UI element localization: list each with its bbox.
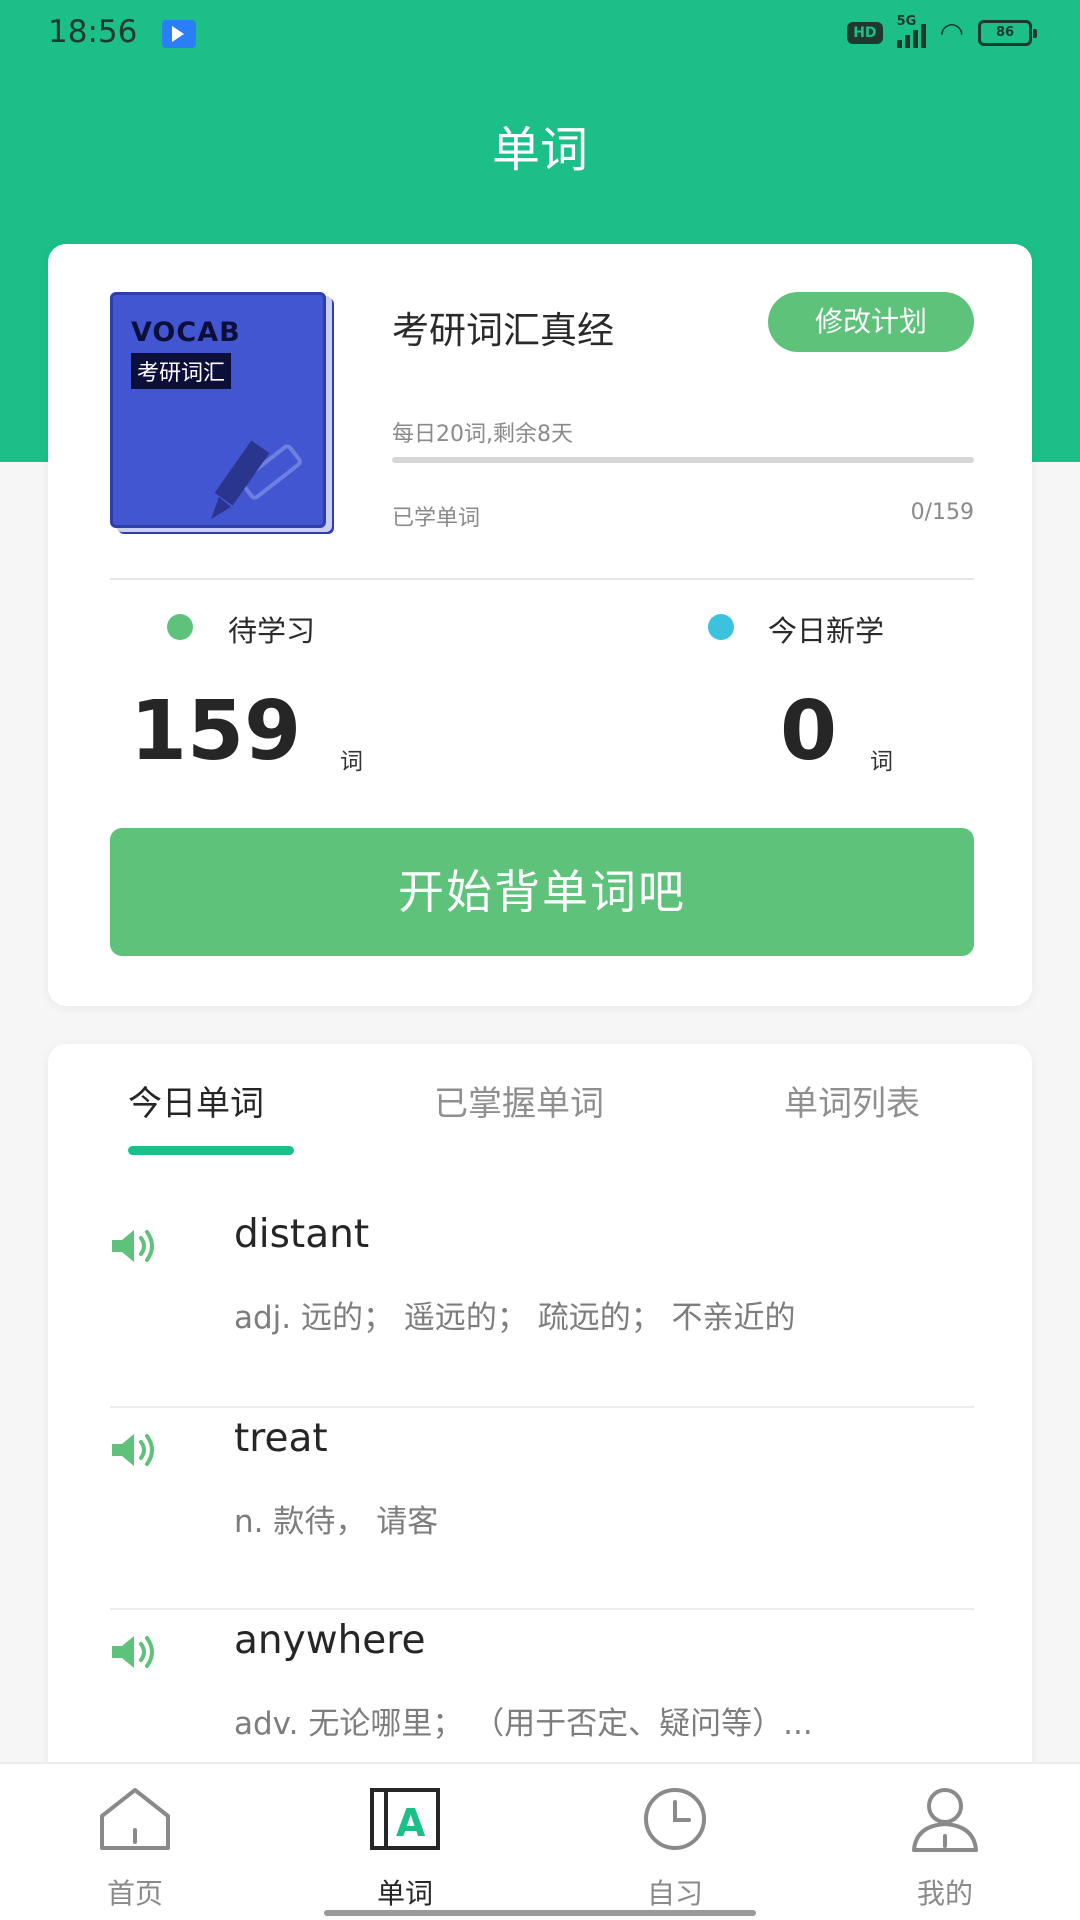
book-title: 考研词汇真经 <box>392 309 614 352</box>
svg-text:A: A <box>396 1801 426 1845</box>
pending-dot <box>167 614 193 640</box>
nav-item-words[interactable]: A 单词 <box>270 1764 540 1920</box>
today-new-dot <box>708 614 734 640</box>
home-icon <box>100 1788 170 1850</box>
status-indicators: HD 5G ◠ 86 <box>847 14 1037 49</box>
pending-count: 159 <box>130 684 302 779</box>
book-cover-title: VOCAB <box>131 317 241 348</box>
nav-item-home[interactable]: 首页 <box>0 1764 270 1920</box>
pending-unit: 词 <box>340 749 363 775</box>
word-definition: adj. 远的； 遥远的； 疏远的； 不亲近的 <box>234 1300 796 1336</box>
battery-icon: 86 <box>978 20 1037 46</box>
book-cover[interactable]: VOCAB 考研词汇 <box>110 292 326 528</box>
active-tab-indicator <box>128 1146 294 1155</box>
word-definition: n. 款待， 请客 <box>234 1504 439 1540</box>
today-new-label: 今日新学 <box>768 614 885 648</box>
divider <box>110 578 974 580</box>
wifi-icon: ◠ <box>939 16 964 49</box>
speaker-icon[interactable] <box>110 1430 160 1470</box>
learned-words-label: 已学单词 <box>392 506 481 531</box>
user-icon <box>912 1788 978 1852</box>
vocabulary-book-icon: A <box>370 1788 440 1850</box>
today-new-unit: 词 <box>870 749 893 775</box>
book-cover-subtitle: 考研词汇 <box>131 353 232 389</box>
hd-badge: HD <box>847 22 883 44</box>
pencil-ruler-icon <box>211 440 302 519</box>
tab-mastered-words[interactable]: 已掌握单词 <box>434 1076 604 1125</box>
nav-label-mine: 我的 <box>916 1877 973 1910</box>
nav-label-words: 单词 <box>376 1877 433 1910</box>
page-title: 单词 <box>491 122 588 178</box>
daily-plan-text: 每日20词,剩余8天 <box>392 422 573 447</box>
study-plan-card: VOCAB 考研词汇 考研词汇真经 修改计划 每日20词,剩余8天 已学单词 0… <box>48 244 1032 1006</box>
nav-label-self-study: 自习 <box>646 1877 703 1910</box>
network-type: 5G <box>896 14 917 29</box>
tab-word-list[interactable]: 单词列表 <box>784 1076 920 1125</box>
start-memorizing-button[interactable]: 开始背单词吧 <box>110 828 974 956</box>
word-text: treat <box>234 1416 328 1461</box>
word-text: anywhere <box>234 1618 426 1663</box>
home-indicator[interactable] <box>324 1910 756 1916</box>
clock-icon <box>644 1788 706 1850</box>
today-new-count: 0 <box>780 684 838 779</box>
notification-app-icon <box>162 20 196 48</box>
nav-label-home: 首页 <box>106 1877 163 1910</box>
learning-progress-bar <box>392 457 974 463</box>
learned-words-count: 0/159 <box>910 500 974 525</box>
pending-label: 待学习 <box>228 614 316 648</box>
word-definition: adv. 无论哪里； （用于否定、疑问等）... <box>234 1706 813 1742</box>
list-item[interactable]: distant adj. 远的； 遥远的； 疏远的； 不亲近的 <box>110 1204 974 1406</box>
bottom-navigation: 首页 A 单词 自习 我的 <box>0 1762 1080 1920</box>
speaker-icon[interactable] <box>110 1226 160 1266</box>
list-item[interactable]: treat n. 款待， 请客 <box>110 1406 974 1608</box>
word-text: distant <box>234 1212 370 1257</box>
edit-plan-button[interactable]: 修改计划 <box>768 292 974 352</box>
signal-icon: 5G <box>896 14 926 48</box>
nav-item-mine[interactable]: 我的 <box>810 1764 1080 1920</box>
tab-today-words[interactable]: 今日单词 <box>128 1076 264 1125</box>
status-time: 18:56 <box>48 14 138 50</box>
nav-item-self-study[interactable]: 自习 <box>540 1764 810 1920</box>
speaker-icon[interactable] <box>110 1632 160 1672</box>
status-bar: 18:56 HD 5G ◠ 86 <box>0 0 1080 70</box>
